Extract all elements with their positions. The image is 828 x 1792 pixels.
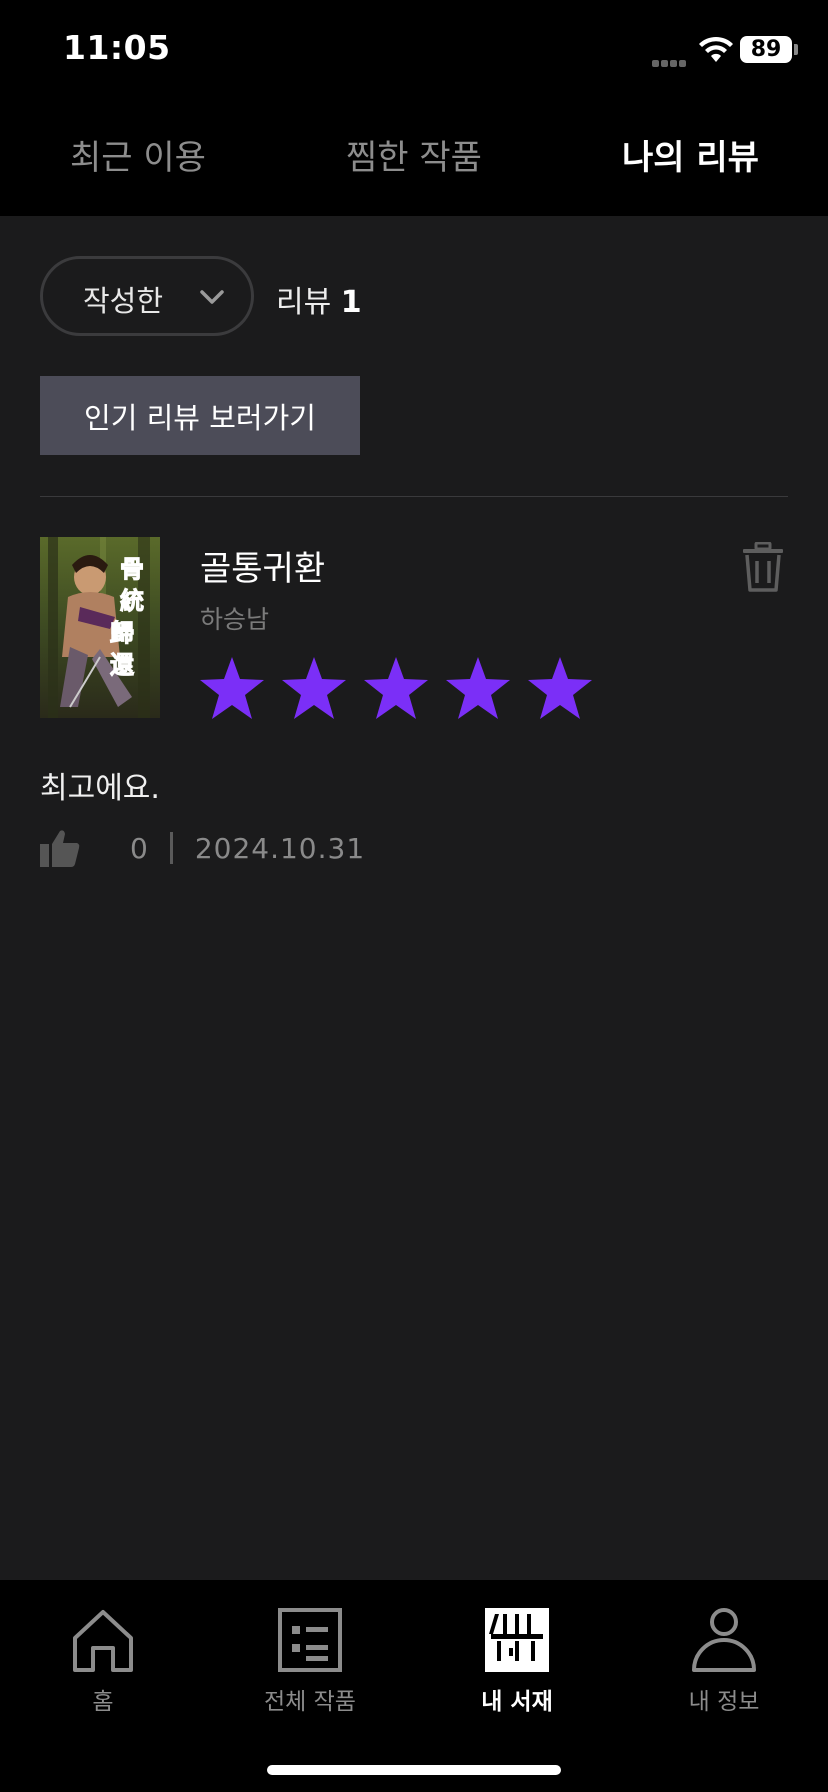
star-icon: [528, 657, 592, 719]
star-icon: [282, 657, 346, 719]
top-tab-bar: 최근 이용 찜한 작품 나의 리뷰: [0, 100, 828, 216]
thumbs-up-icon[interactable]: [40, 829, 80, 867]
divider: [40, 496, 788, 497]
status-bar: 11:05 89: [0, 0, 828, 100]
wifi-icon: [699, 36, 733, 62]
review-text: 최고에요.: [40, 771, 160, 806]
popular-reviews-button[interactable]: 인기 리뷰 보러가기: [40, 376, 360, 455]
nav-library-label: 내 서재: [481, 1689, 553, 1715]
nav-my-info-label: 내 정보: [688, 1689, 760, 1715]
review-filter-dropdown[interactable]: 작성한: [40, 256, 254, 336]
home-icon: [73, 1610, 133, 1672]
review-meta: 0 2024.10.31: [40, 828, 365, 868]
battery-indicator: 89: [740, 36, 792, 63]
person-icon: [692, 1608, 756, 1672]
cover-title-char-4: 還: [110, 651, 135, 679]
cellular-signal-icon: [652, 52, 690, 67]
book-title[interactable]: 골통귀환: [200, 541, 325, 590]
star-icon: [364, 657, 428, 719]
nav-all-works[interactable]: 전체 작품: [240, 1608, 380, 1716]
nav-home[interactable]: 홈: [33, 1608, 173, 1716]
list-icon: [278, 1608, 342, 1672]
star-icon: [446, 657, 510, 719]
tab-recent[interactable]: 최근 이용: [70, 130, 206, 179]
trash-icon[interactable]: [740, 542, 786, 592]
battery-tip: [794, 44, 798, 55]
like-count: 0: [130, 831, 148, 865]
review-count-label: 리뷰: [276, 285, 332, 320]
chevron-down-icon: [200, 290, 224, 304]
tab-my-reviews[interactable]: 나의 리뷰: [622, 130, 759, 179]
book-author: 하승남: [200, 605, 270, 634]
library-icon: [485, 1608, 549, 1672]
cover-title-char-1: 骨: [120, 555, 144, 583]
meta-separator: [169, 832, 173, 864]
home-indicator: [267, 1765, 561, 1775]
nav-library[interactable]: 내 서재: [447, 1608, 587, 1716]
tab-wishlist[interactable]: 찜한 작품: [346, 130, 482, 179]
nav-home-label: 홈: [92, 1689, 114, 1715]
rating-stars: [198, 655, 594, 725]
cover-title-char-3: 歸: [110, 619, 134, 647]
nav-my-info[interactable]: 내 정보: [654, 1608, 794, 1716]
status-time: 11:05: [63, 28, 171, 67]
bottom-nav: 홈 전체 작품 내 서재 내 정보: [0, 1580, 828, 1792]
filter-selected-label: 작성한: [83, 284, 164, 318]
review-count: 리뷰 1: [276, 277, 362, 321]
cover-title-char-2: 統: [120, 587, 144, 615]
review-date: 2024.10.31: [194, 831, 366, 865]
review-count-value: 1: [340, 285, 362, 320]
star-icon: [200, 657, 264, 719]
book-cover[interactable]: 骨 統 歸 還: [40, 537, 160, 718]
nav-all-works-label: 전체 작품: [264, 1689, 356, 1715]
